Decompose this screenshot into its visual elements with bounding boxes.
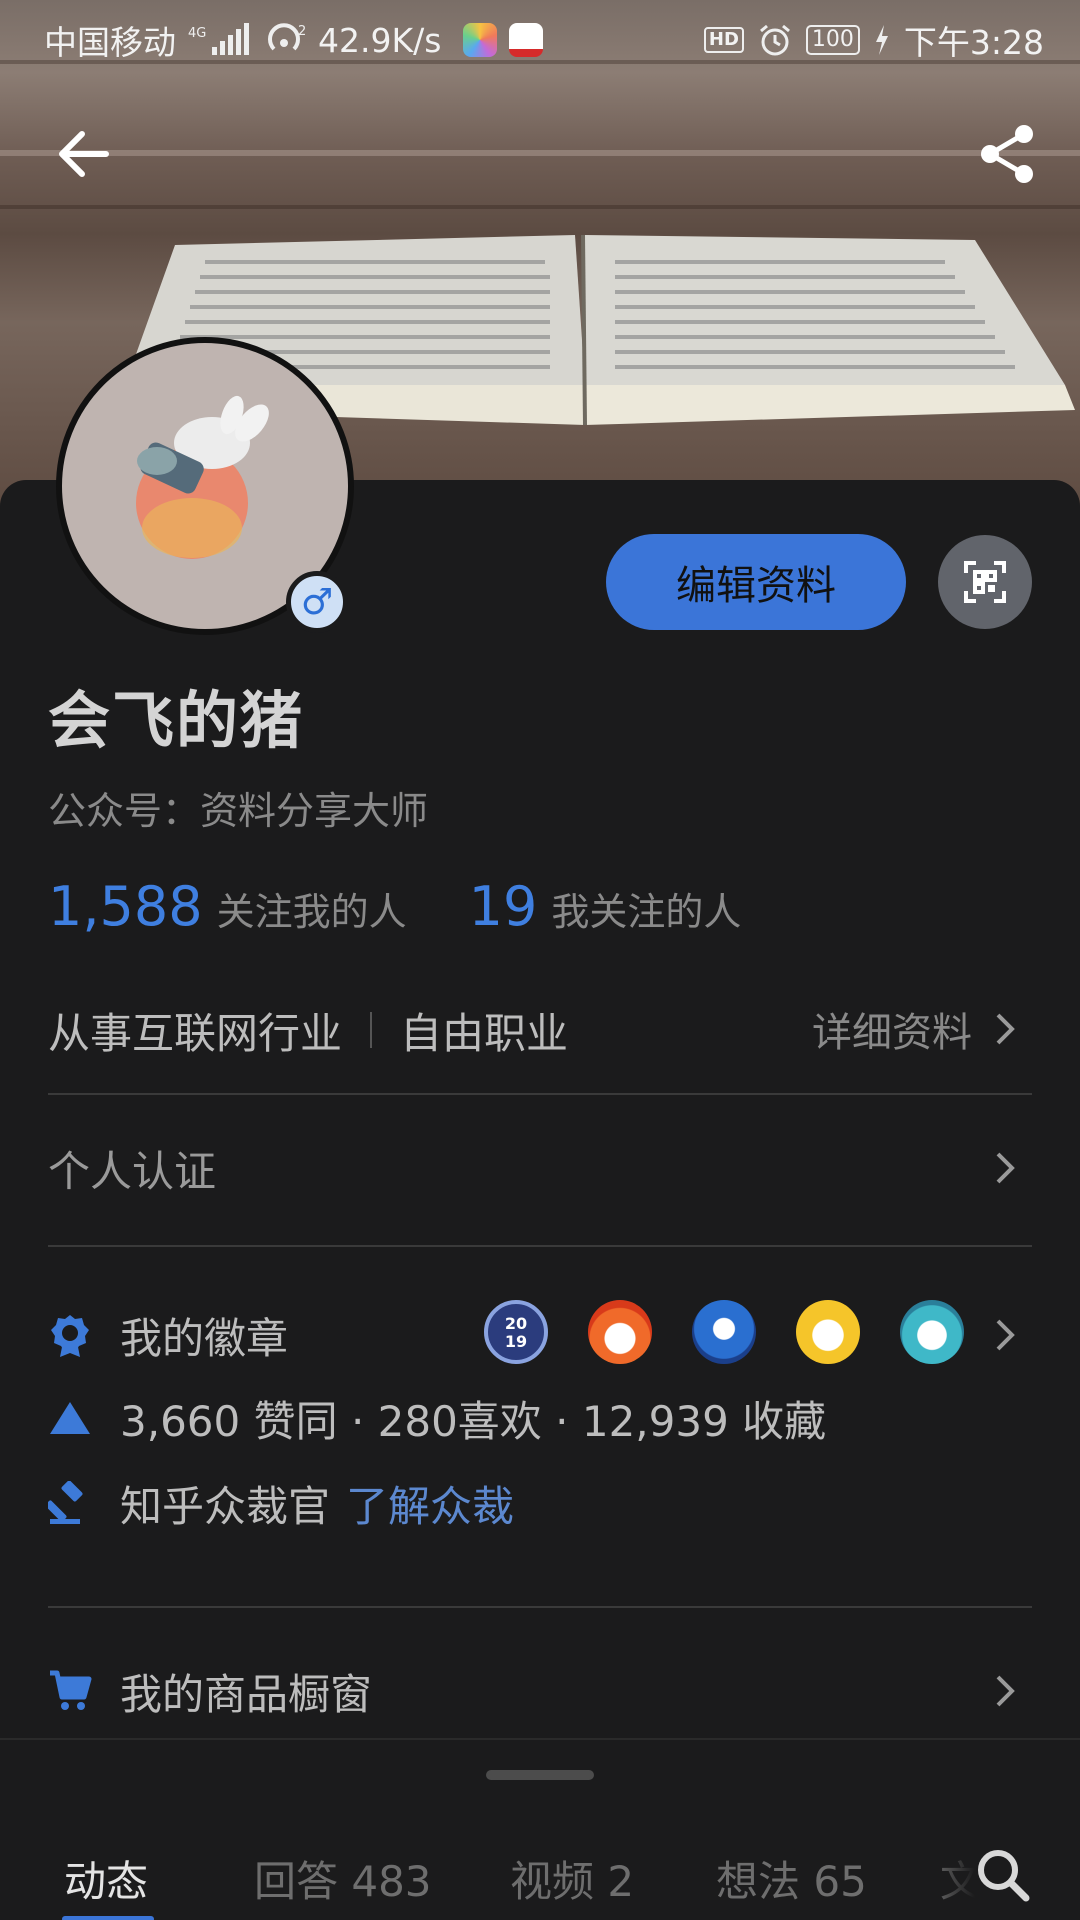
badge-year-top: 20 (505, 1314, 527, 1333)
edit-profile-button[interactable]: 编辑资料 (606, 534, 906, 630)
detail-profile-label: 详细资料 (812, 1010, 972, 1056)
follow-stats: 1,588 关注我的人 19 我关注的人 (48, 875, 803, 938)
network-type-label: 4G (188, 26, 206, 41)
shopping-cart-icon (48, 1669, 92, 1713)
photos-app-icon (463, 23, 498, 57)
user-headline: 公众号：资料分享大师 (48, 789, 429, 833)
product-showcase-row[interactable]: 我的商品橱窗 (48, 1658, 1032, 1724)
achievements-text: 3,660 赞同 · 280喜欢 · 12,939 收藏 (120, 1396, 827, 1446)
upvote-triangle-icon (48, 1396, 92, 1440)
detail-profile-link[interactable]: 详细资料 (812, 1000, 1016, 1058)
bank-app-icon (509, 23, 544, 57)
clock: 下午3:28 (903, 23, 1044, 62)
hotspot-icon: 2 (266, 23, 306, 57)
content-tabs-panel: 动态 回答 483 视频 2 想法 65 文 (0, 1738, 1080, 1920)
chevron-right-icon (996, 1152, 1015, 1184)
medal-icon (48, 1313, 92, 1357)
yellow-dog-badge-icon[interactable] (796, 1300, 860, 1364)
learn-sanction-link[interactable]: 了解众裁 (346, 1473, 514, 1534)
occupation-text: 自由职业 (400, 1008, 569, 1058)
qr-code-button[interactable] (938, 535, 1032, 629)
hotspot-count: 2 (298, 24, 306, 39)
drag-handle[interactable] (486, 1770, 594, 1780)
profile-screen: 中国移动 4G 2 42.9K/s HD 100 下午3:28 ♂ 编辑资料 会… (0, 0, 1080, 1920)
profession-separator (370, 1012, 373, 1048)
badge-list: 20 19 (484, 1300, 964, 1364)
back-arrow-icon[interactable] (56, 126, 112, 182)
teal-bird-badge-icon[interactable] (900, 1300, 964, 1364)
followers-count[interactable]: 1,588 (48, 875, 203, 938)
sanction-officer-row: 知乎众裁官 了解众裁 (48, 1470, 1032, 1536)
tab-videos[interactable]: 视频 2 (510, 1848, 634, 1909)
industry-text: 从事互联网行业 (48, 1008, 343, 1058)
chevron-right-icon (996, 1319, 1015, 1351)
following-count[interactable]: 19 (469, 875, 538, 938)
certification-label: 个人认证 (48, 1146, 217, 1196)
content-tabs: 动态 回答 483 视频 2 想法 65 文 (0, 1848, 1080, 1920)
my-badges-row[interactable]: 我的徽章 20 19 (48, 1300, 1032, 1370)
charging-icon (874, 25, 890, 55)
chevron-right-icon (996, 1675, 1015, 1707)
badges-label: 我的徽章 (120, 1313, 289, 1363)
achievements-row: 3,660 赞同 · 280喜欢 · 12,939 收藏 (48, 1385, 1032, 1451)
qr-code-icon (964, 561, 1006, 603)
sanction-officer-label: 知乎众裁官 (120, 1481, 331, 1531)
active-tab-indicator (62, 1916, 154, 1920)
hd-badge: HD (703, 27, 744, 53)
tab-answers[interactable]: 回答 483 (254, 1848, 432, 1909)
male-gender-icon: ♂ (286, 571, 348, 633)
badge-year-bottom: 19 (505, 1332, 527, 1351)
signal-icon: 4G (188, 23, 254, 57)
badge-2019-icon[interactable]: 20 19 (484, 1300, 548, 1364)
profession-row: 从事互联网行业 自由职业 详细资料 (48, 1000, 1032, 1060)
alarm-icon (758, 23, 792, 57)
globe-badge-icon[interactable] (692, 1300, 756, 1364)
tab-thoughts[interactable]: 想法 65 (716, 1848, 867, 1909)
divider (48, 1093, 1032, 1095)
personal-certification-row[interactable]: 个人认证 (48, 1135, 1032, 1201)
carrier-name: 中国移动 (44, 23, 176, 62)
tab-activity[interactable]: 动态 (64, 1848, 148, 1909)
divider (48, 1606, 1032, 1608)
chevron-right-icon (996, 1013, 1015, 1045)
gavel-icon (48, 1481, 92, 1525)
network-speed: 42.9K/s (318, 20, 442, 60)
followers-label[interactable]: 关注我的人 (217, 881, 407, 936)
user-name: 会飞的猪 (48, 684, 305, 757)
share-icon[interactable] (978, 124, 1036, 184)
fire-bear-badge-icon[interactable] (588, 1300, 652, 1364)
battery-level: 100 (811, 27, 854, 52)
status-bar: 中国移动 4G 2 42.9K/s HD 100 下午3:28 (0, 0, 1080, 78)
product-showcase-label: 我的商品橱窗 (120, 1669, 373, 1719)
following-label[interactable]: 我关注的人 (551, 881, 741, 936)
battery-indicator: 100 (805, 25, 860, 55)
search-icon[interactable] (974, 1846, 1030, 1902)
divider (48, 1245, 1032, 1247)
